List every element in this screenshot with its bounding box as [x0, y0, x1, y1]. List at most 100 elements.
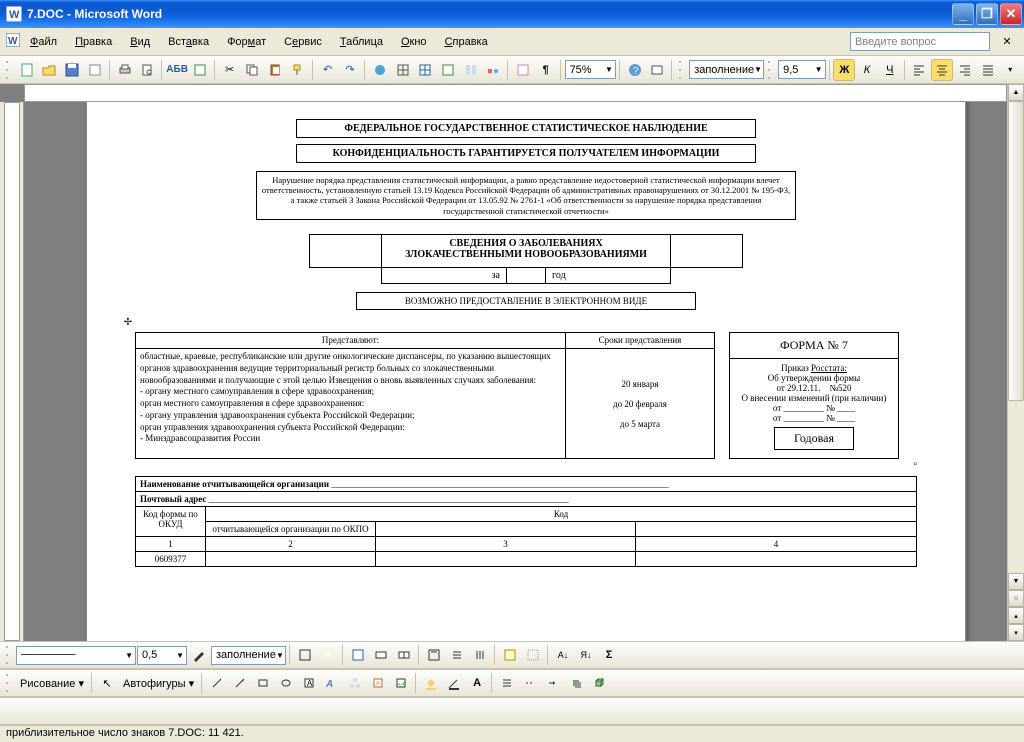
show-marks-button[interactable]: ¶ — [535, 59, 557, 81]
arrow-style-button[interactable] — [542, 672, 564, 694]
paste-button[interactable] — [264, 59, 286, 81]
picture-button[interactable] — [390, 672, 412, 694]
autosum-button[interactable]: Σ — [598, 644, 620, 666]
italic-button[interactable]: К — [856, 59, 878, 81]
maximize-button[interactable]: ❐ — [976, 3, 998, 25]
ask-question-input[interactable]: Введите вопрос — [850, 32, 990, 51]
cut-button[interactable]: ✂ — [219, 59, 241, 81]
bold-button[interactable]: Ж — [833, 59, 855, 81]
linestyle-combo[interactable]: ───────▼ — [16, 646, 136, 665]
more-button[interactable]: ▾ — [999, 59, 1021, 81]
lineweight-combo[interactable]: 0,5▼ — [137, 646, 187, 665]
drawing-label[interactable]: Рисование ▾ — [16, 677, 88, 690]
clipart-button[interactable] — [367, 672, 389, 694]
sort-asc-button[interactable]: A↓ — [552, 644, 574, 666]
distribute-rows-button[interactable] — [446, 644, 468, 666]
open-button[interactable] — [39, 59, 61, 81]
close-doc-button[interactable]: ✕ — [996, 31, 1018, 53]
toolbar-grip[interactable] — [6, 61, 12, 79]
print-preview-button[interactable] — [136, 59, 158, 81]
insert-table-button[interactable] — [414, 59, 436, 81]
dash-style-button[interactable] — [519, 672, 541, 694]
merge-cells-button[interactable] — [370, 644, 392, 666]
toolbar-grip-3[interactable] — [768, 61, 774, 79]
distribute-cols-button[interactable] — [469, 644, 491, 666]
gridlines-button[interactable] — [522, 644, 544, 666]
permissions-button[interactable] — [84, 59, 106, 81]
arrow-tool-button[interactable] — [229, 672, 251, 694]
line-tool-button[interactable] — [206, 672, 228, 694]
save-button[interactable] — [61, 59, 83, 81]
select-objects-button[interactable]: ↖ — [96, 672, 118, 694]
menu-insert[interactable]: Вставка — [160, 33, 217, 51]
copy-button[interactable] — [241, 59, 263, 81]
fill-color-draw-button[interactable] — [420, 672, 442, 694]
align-top-button[interactable] — [423, 644, 445, 666]
style-combo-2[interactable]: заполнение▼ — [211, 646, 286, 665]
textbox-tool-button[interactable]: A — [298, 672, 320, 694]
hyperlink-button[interactable] — [369, 59, 391, 81]
insert-table-btn2[interactable] — [347, 644, 369, 666]
autoshapes-menu[interactable]: Автофигуры ▾ — [119, 677, 198, 690]
menu-edit[interactable]: Правка — [67, 33, 120, 51]
vertical-ruler[interactable] — [0, 102, 24, 641]
align-justify-button[interactable] — [977, 59, 999, 81]
oval-tool-button[interactable] — [275, 672, 297, 694]
horizontal-ruler[interactable] — [24, 84, 1007, 102]
document-page[interactable]: ФЕДЕРАЛЬНОЕ ГОСУДАРСТВЕННОЕ СТАТИСТИЧЕСК… — [86, 90, 966, 641]
zoom-combo[interactable]: 75%▼ — [565, 60, 616, 79]
close-button[interactable]: ✕ — [1000, 3, 1022, 25]
print-button[interactable] — [114, 59, 136, 81]
line-style-button[interactable] — [496, 672, 518, 694]
align-center-button[interactable] — [931, 59, 953, 81]
menu-help[interactable]: Справка — [437, 33, 496, 51]
rectangle-tool-button[interactable] — [252, 672, 274, 694]
font-color-button[interactable]: A — [466, 672, 488, 694]
menu-service[interactable]: Сервис — [276, 33, 330, 51]
wordart-button[interactable]: A — [321, 672, 343, 694]
table-anchor-icon[interactable]: ✢ — [123, 318, 133, 328]
tables-borders-button[interactable] — [392, 59, 414, 81]
scroll-thumb[interactable] — [1008, 101, 1024, 401]
menu-view[interactable]: Вид — [122, 33, 158, 51]
insert-excel-button[interactable] — [437, 59, 459, 81]
border-button[interactable] — [294, 644, 316, 666]
read-button[interactable] — [647, 59, 669, 81]
diagram-button[interactable] — [344, 672, 366, 694]
menu-window[interactable]: Окно — [393, 33, 435, 51]
scroll-down-button[interactable]: ▼ — [1008, 573, 1024, 590]
research-button[interactable] — [189, 59, 211, 81]
grip-tb[interactable] — [6, 646, 12, 664]
spelling-button[interactable]: AБВ — [166, 59, 188, 81]
grip-draw[interactable] — [6, 674, 12, 692]
shadow-button[interactable] — [565, 672, 587, 694]
autoformat-button[interactable] — [499, 644, 521, 666]
undo-button[interactable]: ↶ — [317, 59, 339, 81]
prev-page-button[interactable]: ▴ — [1008, 607, 1024, 624]
sort-desc-button[interactable]: Я↓ — [575, 644, 597, 666]
align-left-button[interactable] — [909, 59, 931, 81]
doc-map-button[interactable] — [512, 59, 534, 81]
next-page-button[interactable]: ▾ — [1008, 624, 1024, 641]
browse-object-button[interactable]: ○ — [1008, 590, 1024, 607]
help-button[interactable]: ? — [624, 59, 646, 81]
vertical-scrollbar[interactable]: ▲ ▼ ○ ▴ ▾ — [1007, 84, 1024, 641]
menu-file[interactable]: Файл — [22, 33, 65, 51]
3d-button[interactable] — [588, 672, 610, 694]
columns-button[interactable] — [460, 59, 482, 81]
new-doc-button[interactable] — [16, 59, 38, 81]
scroll-up-button[interactable]: ▲ — [1008, 84, 1024, 101]
drawing-toggle-button[interactable] — [482, 59, 504, 81]
format-painter-button[interactable] — [287, 59, 309, 81]
line-color-button[interactable] — [443, 672, 465, 694]
style-combo[interactable]: заполнение▼ — [689, 60, 764, 79]
align-right-button[interactable] — [954, 59, 976, 81]
minimize-button[interactable]: _ — [952, 3, 974, 25]
fill-color-button[interactable] — [317, 644, 339, 666]
fontsize-combo[interactable]: 9,5▼ — [778, 60, 825, 79]
redo-button[interactable]: ↷ — [339, 59, 361, 81]
underline-button[interactable]: Ч — [879, 59, 901, 81]
split-cells-button[interactable] — [393, 644, 415, 666]
menu-table[interactable]: Таблица — [332, 33, 391, 51]
resize-handle-icon[interactable]: ▫ — [135, 459, 917, 470]
